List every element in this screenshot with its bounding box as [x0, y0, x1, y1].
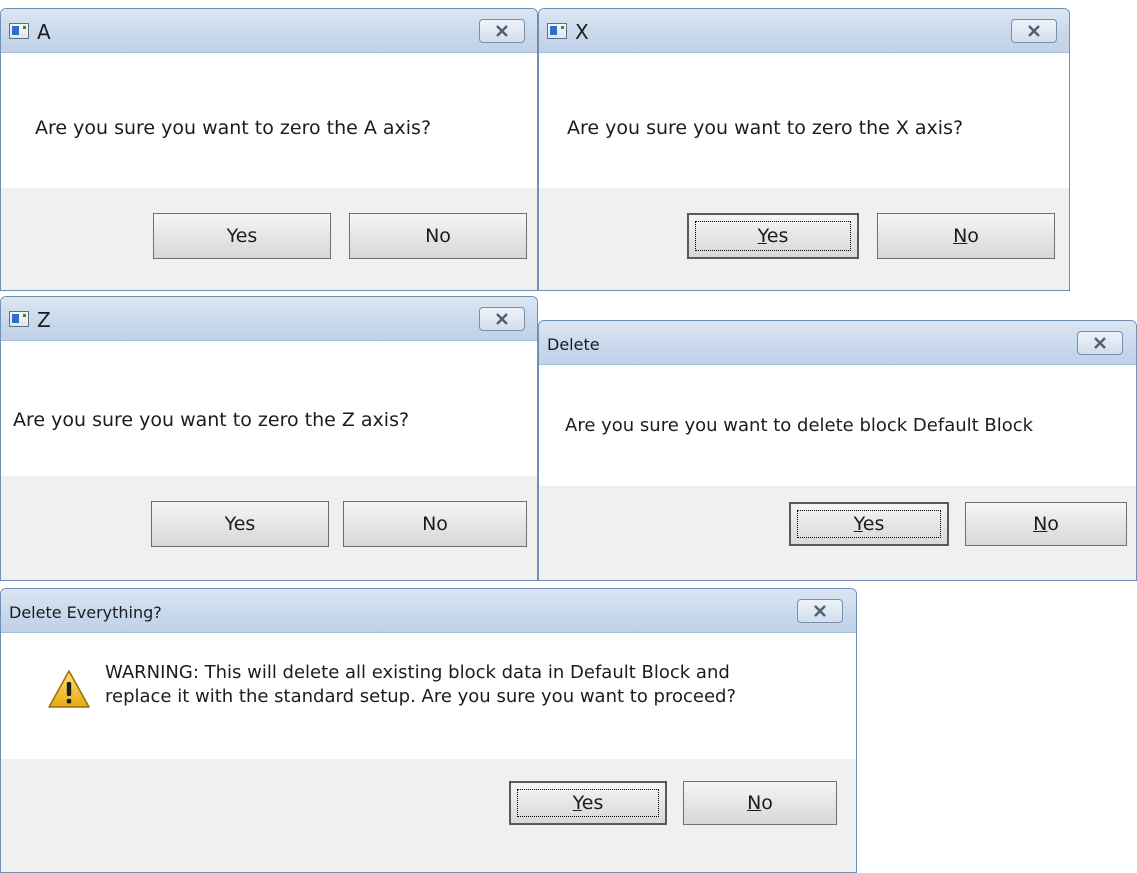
app-window-icon — [9, 23, 29, 39]
no-button-label: No — [747, 792, 773, 814]
button-area: Yes No — [1, 188, 537, 290]
close-x-icon — [1094, 337, 1106, 349]
no-button[interactable]: No — [343, 501, 527, 547]
dialog-content: Are you sure you want to zero the A axis… — [1, 53, 537, 188]
no-button-label: No — [1033, 513, 1059, 535]
dialog-message-line-1: WARNING: This will delete all existing b… — [105, 662, 730, 683]
titlebar: Z — [1, 297, 537, 341]
focus-rectangle — [517, 789, 659, 817]
dialog-title: A — [37, 20, 51, 44]
no-label-rest: o — [761, 792, 773, 814]
dialog-message: Are you sure you want to zero the Z axis… — [13, 409, 410, 431]
yes-button[interactable]: Yes — [509, 781, 667, 825]
yes-button[interactable]: Yes — [789, 502, 949, 546]
close-button[interactable] — [797, 599, 843, 623]
no-button[interactable]: No — [877, 213, 1055, 259]
dialog-title: Delete Everything? — [9, 603, 162, 622]
warning-triangle-icon — [48, 670, 90, 708]
dialog-message-line-2: replace it with the standard setup. Are … — [105, 686, 737, 707]
close-x-icon — [496, 25, 508, 37]
dialog-content: Are you sure you want to zero the X axis… — [539, 53, 1069, 188]
dialog-title: X — [575, 20, 589, 44]
close-x-icon — [814, 605, 826, 617]
titlebar: Delete Everything? — [1, 589, 856, 633]
dialog-message: Are you sure you want to zero the X axis… — [567, 117, 964, 139]
button-area: Yes No — [1, 759, 856, 872]
no-label-rest: o — [1047, 513, 1059, 535]
no-button[interactable]: No — [965, 502, 1127, 546]
close-x-icon — [496, 313, 508, 325]
dialog-content: Are you sure you want to zero the Z axis… — [1, 341, 537, 476]
close-button[interactable] — [479, 307, 525, 331]
dialog-zero-z: Z Are you sure you want to zero the Z ax… — [0, 296, 538, 581]
yes-button[interactable]: Yes — [687, 213, 859, 259]
button-area: Yes No — [539, 486, 1136, 580]
dialog-content: WARNING: This will delete all existing b… — [1, 633, 856, 759]
app-window-icon — [547, 23, 567, 39]
no-mnemonic: N — [1033, 513, 1048, 535]
no-button[interactable]: No — [683, 781, 837, 825]
dialog-zero-x: X Are you sure you want to zero the X ax… — [538, 8, 1070, 291]
dialog-zero-a: A Are you sure you want to zero the A ax… — [0, 8, 538, 291]
dialog-content: Are you sure you want to delete block De… — [539, 365, 1136, 486]
no-button-label: No — [422, 513, 448, 535]
dialog-delete-everything: Delete Everything? WARNING: This will de… — [0, 588, 857, 873]
dialog-title: Z — [37, 308, 51, 332]
close-x-icon — [1028, 25, 1040, 37]
dialog-message: Are you sure you want to delete block De… — [565, 415, 1034, 436]
yes-button[interactable]: Yes — [153, 213, 331, 259]
no-button-label: No — [953, 225, 979, 247]
yes-button[interactable]: Yes — [151, 501, 329, 547]
yes-button-label: Yes — [224, 513, 256, 535]
focus-rectangle — [797, 510, 941, 538]
no-button-label: No — [425, 225, 451, 247]
dialog-message: Are you sure you want to zero the A axis… — [35, 117, 432, 139]
app-window-icon — [9, 311, 29, 327]
focus-rectangle — [695, 221, 851, 251]
button-area: Yes No — [539, 188, 1069, 290]
close-button[interactable] — [479, 19, 525, 43]
titlebar: X — [539, 9, 1069, 53]
titlebar: A — [1, 9, 537, 53]
button-area: Yes No — [1, 476, 537, 580]
titlebar: Delete — [539, 321, 1136, 365]
yes-button-label: Yes — [226, 225, 258, 247]
no-mnemonic: N — [747, 792, 762, 814]
no-mnemonic: N — [953, 225, 968, 247]
close-button[interactable] — [1077, 331, 1123, 355]
dialog-title: Delete — [547, 335, 600, 354]
close-button[interactable] — [1011, 19, 1057, 43]
no-label-rest: o — [967, 225, 979, 247]
no-button[interactable]: No — [349, 213, 527, 259]
dialog-delete-block: Delete Are you sure you want to delete b… — [538, 320, 1137, 581]
